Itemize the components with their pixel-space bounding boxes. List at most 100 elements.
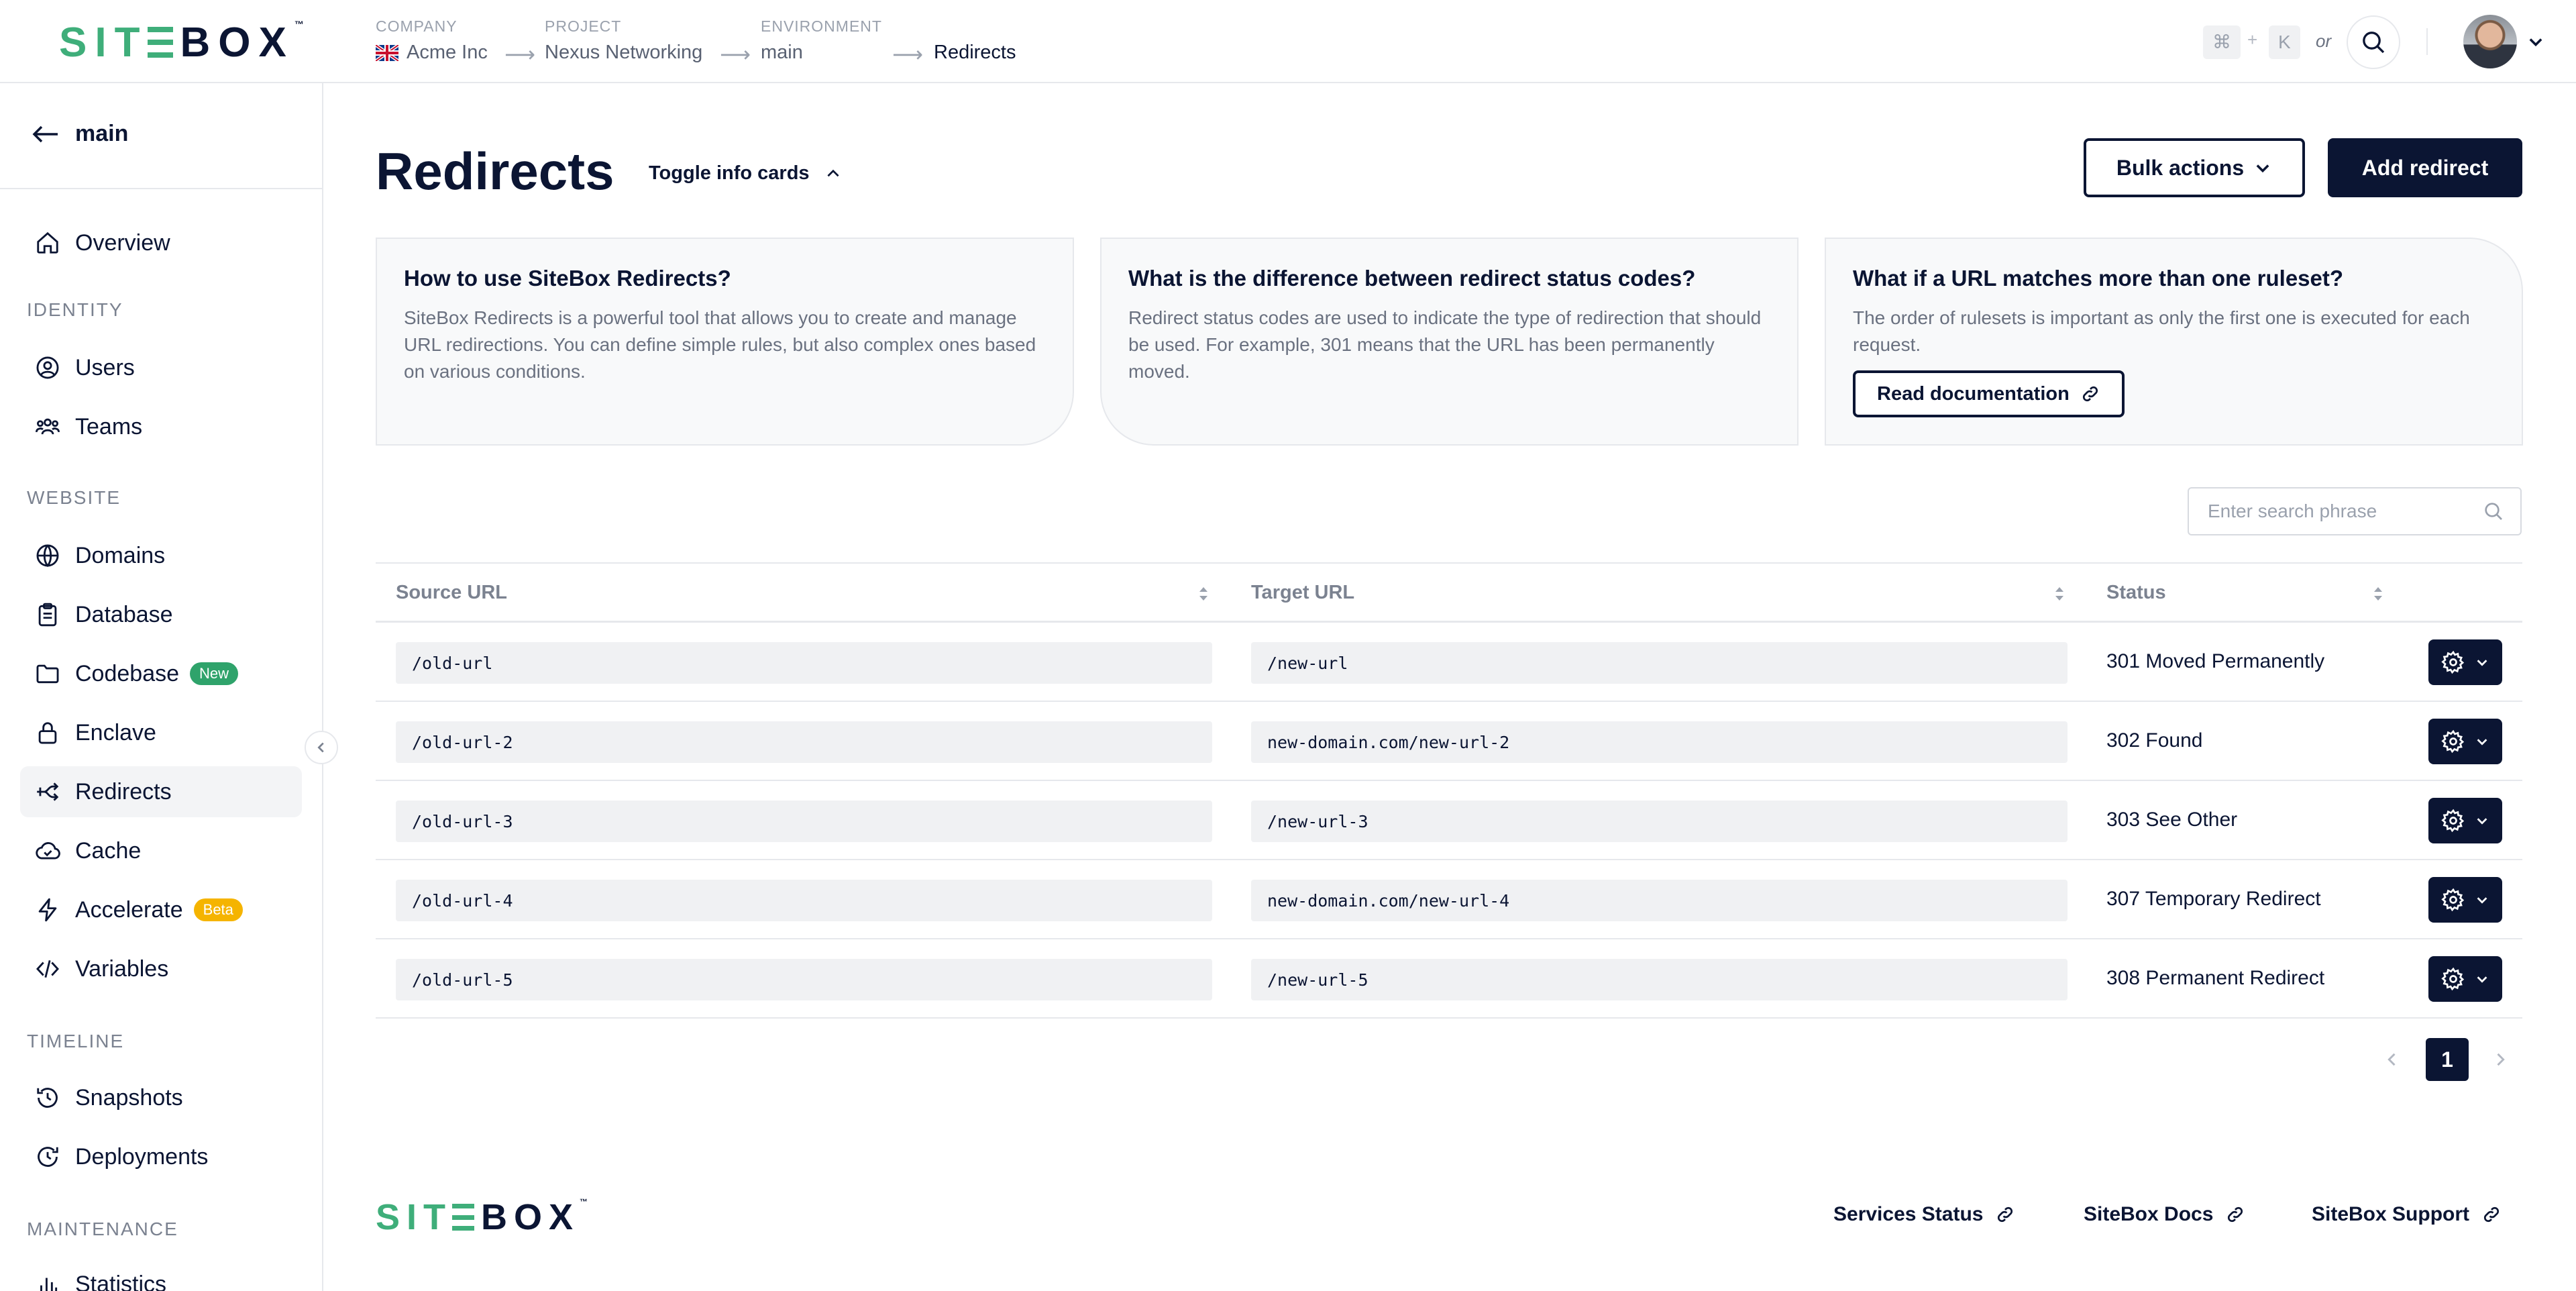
page-title: Redirects (376, 142, 614, 201)
status-label: 303 See Other (2106, 809, 2238, 831)
sidebar-item-accelerate[interactable]: Accelerate Beta (20, 884, 302, 935)
column-header-status[interactable]: Status (2106, 564, 2166, 621)
status-label: 301 Moved Permanently (2106, 650, 2325, 672)
search-input[interactable]: Enter search phrase (2188, 487, 2522, 535)
arrow-right-icon: ⟶ (720, 42, 751, 66)
sidebar-item-enclave[interactable]: Enclave (20, 707, 302, 758)
footer-link-sitebox-support[interactable]: SiteBox Support (2312, 1203, 2502, 1226)
sidebar-item-codebase[interactable]: Codebase New (20, 648, 302, 699)
breadcrumb-environment[interactable]: ENVIRONMENT main (761, 17, 882, 64)
arrow-left-icon (32, 125, 58, 142)
status-label: 302 Found (2106, 729, 2203, 752)
sidebar-item-redirects[interactable]: Redirects (20, 766, 302, 817)
history-icon (37, 1088, 58, 1108)
team-icon (35, 418, 60, 435)
row-settings-button[interactable] (2428, 639, 2502, 685)
breadcrumb-project[interactable]: PROJECT Nexus Networking (545, 17, 702, 64)
pagination-page-1[interactable]: 1 (2426, 1038, 2469, 1081)
search-button[interactable] (2347, 15, 2400, 69)
target-url-field[interactable]: /new-url-3 (1251, 801, 2068, 842)
target-url-field[interactable]: /new-url (1251, 642, 2068, 684)
cloud-check-icon (36, 842, 60, 860)
home-icon (37, 231, 58, 254)
footer-link-services-status[interactable]: Services Status (1833, 1203, 2015, 1226)
sidebar-item-statistics[interactable]: Statistics (20, 1259, 302, 1291)
source-url-field[interactable]: /old-url-3 (396, 801, 1212, 842)
gear-icon (2441, 650, 2465, 674)
info-card-title: What is the difference between redirect … (1128, 266, 1696, 291)
sidebar-item-domains[interactable]: Domains (20, 530, 302, 581)
chevron-down-icon (2477, 818, 2487, 825)
shortcut-key-k: K (2269, 25, 2300, 59)
sitebox-logo[interactable]: SIT BOX ™ (59, 19, 304, 66)
sort-icon[interactable] (2371, 584, 2385, 604)
info-card-text: The order of rulesets is important as on… (1853, 307, 2470, 355)
footer-link-sitebox-docs[interactable]: SiteBox Docs (2084, 1203, 2245, 1226)
status-label: 307 Temporary Redirect (2106, 888, 2321, 910)
table-header: Source URL Target URL Status (376, 562, 2522, 623)
toggle-info-cards-button[interactable]: Toggle info cards (649, 162, 842, 185)
footer-sitebox-logo[interactable]: SIT BOX ™ (376, 1197, 588, 1237)
pagination-next-button[interactable] (2491, 1049, 2510, 1070)
add-redirect-button[interactable]: Add redirect (2328, 138, 2522, 197)
read-documentation-button[interactable]: Read documentation (1853, 370, 2125, 417)
arrow-right-icon: ⟶ (892, 42, 923, 66)
link-icon (1998, 1206, 2013, 1223)
row-settings-button[interactable] (2428, 956, 2502, 1002)
breadcrumb-company[interactable]: COMPANY Acme Inc (376, 17, 488, 64)
sort-icon[interactable] (1197, 584, 1210, 604)
sidebar-item-teams[interactable]: Teams (20, 401, 302, 452)
sidebar-item-variables[interactable]: Variables (20, 943, 302, 994)
shortcut-or: or (2316, 31, 2332, 51)
gear-icon (2441, 729, 2465, 754)
user-menu[interactable] (2463, 15, 2545, 68)
arrow-right-icon: ⟶ (504, 42, 535, 66)
sidebar: main Overview IDENTITY Users Teams WEBSI… (0, 83, 323, 1291)
chevron-down-icon (2256, 164, 2269, 173)
sidebar-item-snapshots[interactable]: Snapshots (20, 1072, 302, 1123)
row-settings-button[interactable] (2428, 719, 2502, 764)
gear-icon (2441, 888, 2465, 912)
sidebar-section-maintenance: MAINTENANCE (27, 1219, 178, 1239)
avatar (2463, 15, 2517, 68)
sort-icon[interactable] (2053, 584, 2066, 604)
target-url-field[interactable]: new-domain.com/new-url-2 (1251, 721, 2068, 763)
gear-icon (2441, 809, 2465, 833)
logo-e-mark (452, 1204, 475, 1231)
link-icon (2228, 1206, 2243, 1223)
chevron-right-icon (2497, 1053, 2505, 1066)
search-icon (2485, 503, 2502, 520)
back-to-environment[interactable]: main (32, 121, 128, 147)
sidebar-section-website: WEBSITE (27, 487, 121, 508)
bar-chart-icon (40, 1278, 58, 1291)
uk-flag-icon (376, 44, 398, 61)
row-settings-button[interactable] (2428, 798, 2502, 843)
info-card-status-codes: What is the difference between redirect … (1100, 238, 1799, 446)
source-url-field[interactable]: /old-url (396, 642, 1212, 684)
source-url-field[interactable]: /old-url-4 (396, 880, 1212, 921)
sidebar-item-cache[interactable]: Cache (20, 825, 302, 876)
bulk-actions-button[interactable]: Bulk actions (2084, 138, 2305, 197)
column-header-target[interactable]: Target URL (1251, 564, 1354, 621)
source-url-field[interactable]: /old-url-2 (396, 721, 1212, 763)
chevron-down-icon (2477, 897, 2487, 904)
sidebar-collapse-button[interactable] (305, 731, 338, 764)
table-row: /old-url /new-url 301 Moved Permanently (376, 623, 2522, 702)
target-url-field[interactable]: /new-url-5 (1251, 959, 2068, 1000)
sidebar-item-overview[interactable]: Overview (20, 217, 302, 268)
sidebar-divider (0, 188, 322, 189)
source-url-field[interactable]: /old-url-5 (396, 959, 1212, 1000)
sidebar-item-database[interactable]: Database (20, 589, 302, 640)
info-card-text: SiteBox Redirects is a powerful tool tha… (404, 307, 1036, 382)
row-settings-button[interactable] (2428, 877, 2502, 923)
column-header-source[interactable]: Source URL (396, 564, 507, 621)
refresh-clock-icon (38, 1147, 58, 1167)
info-card-rulesets: What if a URL matches more than one rule… (1825, 238, 2523, 446)
pagination-prev-button[interactable] (2383, 1049, 2402, 1070)
clipboard-icon (38, 603, 57, 627)
target-url-field[interactable]: new-domain.com/new-url-4 (1251, 880, 2068, 921)
sidebar-item-deployments[interactable]: Deployments (20, 1131, 302, 1182)
chevron-down-icon (2477, 976, 2487, 983)
sidebar-section-timeline: TIMELINE (27, 1031, 125, 1051)
sidebar-item-users[interactable]: Users (20, 342, 302, 393)
